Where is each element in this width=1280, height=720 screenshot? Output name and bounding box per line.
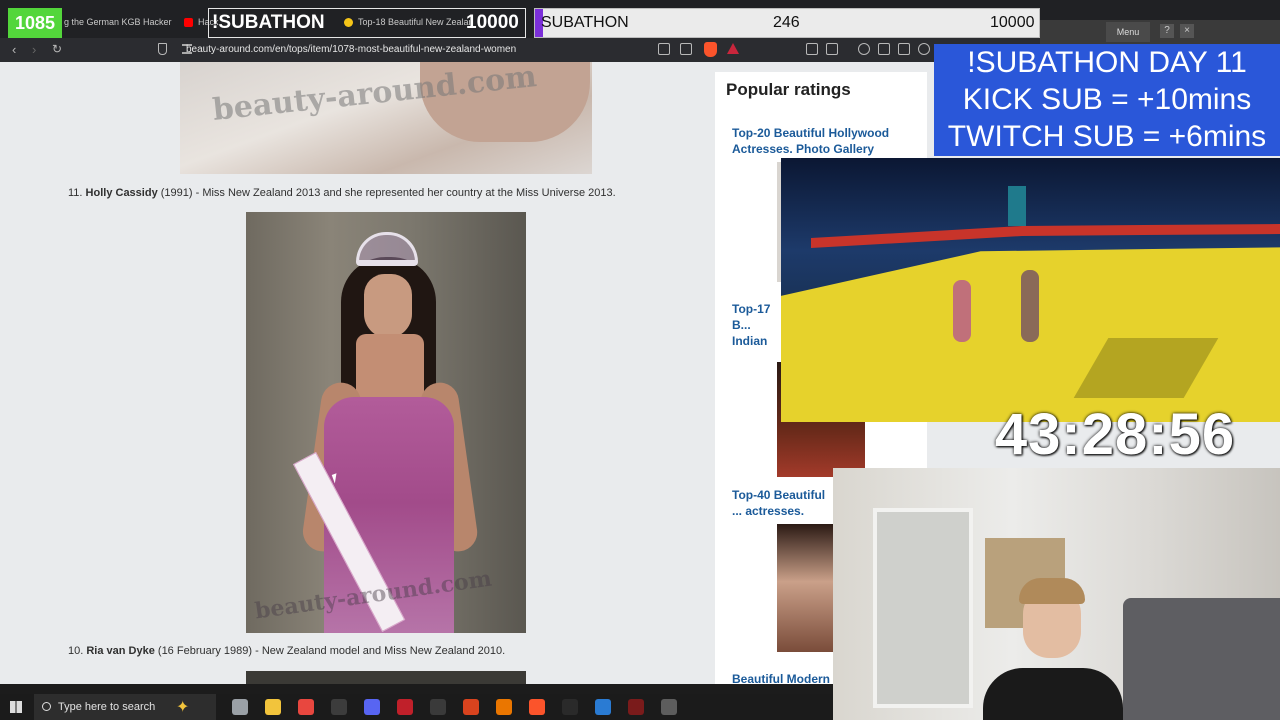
subathon-frame	[208, 8, 526, 38]
announcement-line: TWITCH SUB = +6mins	[947, 120, 1267, 153]
voicemeeter-icon[interactable]	[397, 699, 413, 715]
game-ring-post	[1008, 186, 1026, 226]
game-character-2	[1021, 270, 1039, 342]
photo-ria-van-dyke	[246, 671, 526, 684]
photo-holly-cassidy: beauty-around.com	[246, 212, 526, 633]
forward-arrow-icon[interactable]: ›	[32, 42, 36, 57]
extensions-icon[interactable]	[806, 43, 818, 55]
webcam-couch	[1123, 598, 1280, 720]
discord-icon[interactable]	[364, 699, 380, 715]
webcam-door	[873, 508, 973, 708]
back-arrow-icon[interactable]: ‹	[12, 42, 16, 57]
runelite-icon[interactable]	[661, 699, 677, 715]
announcement-line: !SUBATHON DAY 11	[967, 46, 1247, 79]
sub-goal-progress-bar: SUBATHON 246 10000	[534, 8, 1040, 38]
subathon-timer: 43:28:56	[994, 402, 1236, 467]
close-icon[interactable]: ×	[1180, 24, 1194, 38]
screenshot-icon[interactable]	[826, 43, 838, 55]
reader-mode-icon[interactable]	[658, 43, 670, 55]
list-item-caption: 11. Holly Cassidy (1991) - Miss New Zeal…	[68, 187, 616, 199]
photo-face	[364, 274, 412, 338]
chrome-icon[interactable]	[298, 699, 314, 715]
blender-icon[interactable]	[496, 699, 512, 715]
wallet-icon[interactable]	[898, 43, 910, 55]
windows-taskbar: Type here to search ✦	[0, 694, 833, 720]
game-capture	[781, 158, 1280, 422]
subathon-announcement: !SUBATHON DAY 11 KICK SUB = +10mins TWIT…	[934, 44, 1280, 156]
sidebar-toggle-icon[interactable]	[878, 43, 890, 55]
photo-top: beauty-around.com	[180, 62, 592, 174]
rating-link[interactable]: Top-40 Beautiful ... actresses. Photo	[732, 487, 834, 521]
menu-button[interactable]: Menu	[1106, 22, 1150, 42]
share-icon[interactable]	[680, 43, 692, 55]
brave-shields-icon[interactable]	[704, 42, 717, 57]
webcam-person-body	[983, 668, 1123, 720]
x-app-icon[interactable]	[430, 699, 446, 715]
help-icon[interactable]: ?	[1160, 24, 1174, 38]
item-number: 11.	[68, 187, 83, 199]
item-name: Holly Cassidy	[85, 187, 158, 199]
goal-current: 246	[773, 14, 800, 31]
reload-icon[interactable]: ↻	[52, 42, 62, 56]
announcement-line: KICK SUB = +10mins	[962, 83, 1252, 116]
brave-rewards-icon[interactable]	[727, 43, 739, 54]
rating-thumbnail[interactable]	[777, 524, 833, 652]
media-icon[interactable]	[858, 43, 870, 55]
windows-start-icon[interactable]	[10, 701, 22, 713]
subathon-top-bar: 1085 !SUBATHON 10000 SUBATHON 246 10000	[0, 8, 1040, 38]
photo-skin	[356, 334, 424, 404]
webcam-person-hair	[1019, 578, 1085, 604]
capcut-icon[interactable]	[562, 699, 578, 715]
sidebar-heading: Popular ratings	[726, 80, 851, 99]
webcam-feed	[833, 468, 1280, 720]
list-item-caption: 10. Ria van Dyke (16 February 1989) - Ne…	[68, 645, 505, 657]
rating-link[interactable]: Beautiful Modern	[732, 671, 834, 684]
item-number: 10.	[68, 645, 84, 657]
file-explorer-icon[interactable]	[265, 699, 281, 715]
sparkle-icon: ✦	[176, 699, 190, 716]
task-view-icon[interactable]	[232, 699, 248, 715]
item-name: Ria van Dyke	[86, 645, 155, 657]
overlay-app-bar: Menu ? ×	[1040, 20, 1280, 44]
tiara-icon	[356, 232, 418, 266]
obs-icon[interactable]	[331, 699, 347, 715]
bookmark-icon[interactable]	[158, 43, 167, 55]
brave-icon[interactable]	[529, 699, 545, 715]
game-character-1	[953, 280, 971, 342]
search-icon	[42, 702, 51, 711]
rating-link[interactable]: Top-20 Beautiful Hollywood Actresses. Ph…	[732, 125, 917, 157]
rating-link[interactable]: Top-17 B... Indian A... Gallery	[732, 301, 784, 349]
sub-count-badge: 1085	[8, 8, 62, 38]
vscode-icon[interactable]	[595, 699, 611, 715]
goal-label: SUBATHON	[541, 14, 629, 31]
settings-gear-icon[interactable]	[918, 43, 930, 55]
item-details: (1991) - Miss New Zealand 2013 and she r…	[160, 187, 616, 199]
x-red-app-icon[interactable]	[628, 699, 644, 715]
goal-target: 10000	[990, 14, 1035, 31]
item-details: (16 February 1989) - New Zealand model a…	[157, 645, 506, 657]
app-red-icon[interactable]	[463, 699, 479, 715]
